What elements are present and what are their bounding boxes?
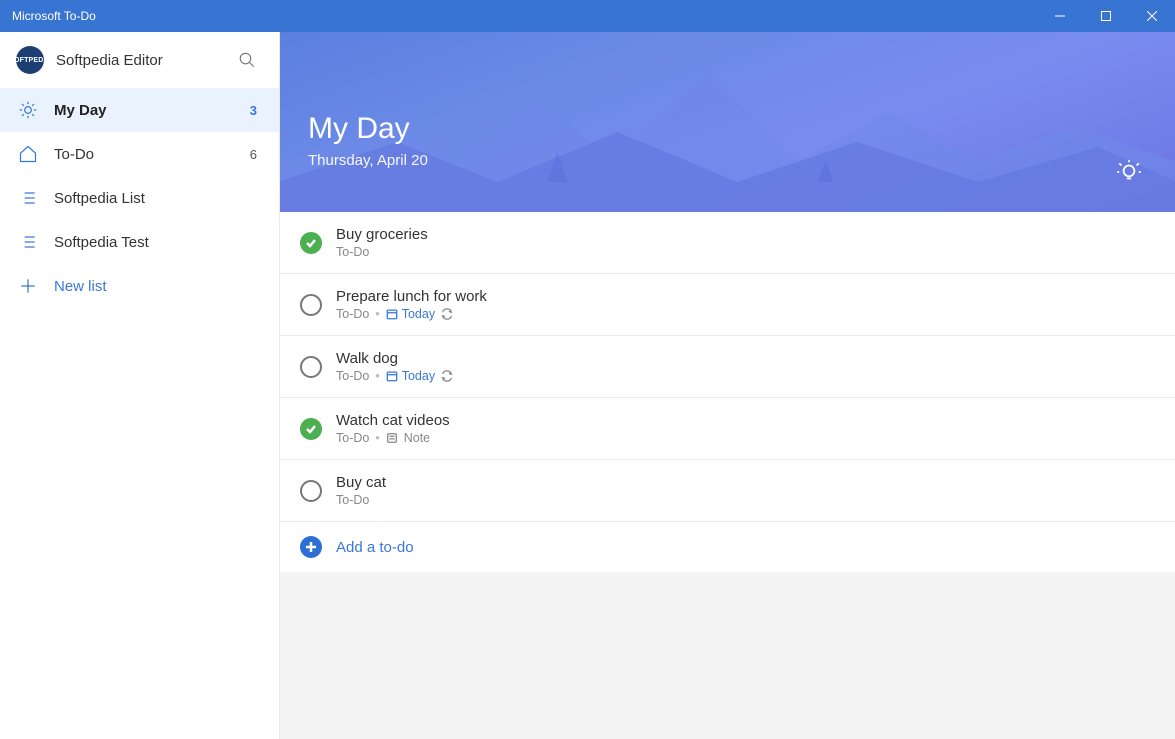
avatar: SOFTPEDIA <box>16 46 44 74</box>
home-icon <box>18 144 38 164</box>
calendar-icon <box>386 370 398 382</box>
page-subtitle: Thursday, April 20 <box>308 152 1111 169</box>
title-bar: Microsoft To-Do <box>0 0 1175 32</box>
task-meta: To-Do• Note <box>336 431 450 445</box>
sidebar-item-softpedia-test[interactable]: Softpedia Test <box>0 220 279 264</box>
task-row[interactable]: Buy groceries To-Do <box>280 212 1175 274</box>
add-todo-button[interactable]: Add a to-do <box>280 522 1175 572</box>
window-controls <box>1037 0 1175 32</box>
page-title: My Day <box>308 112 1111 146</box>
task-meta: To-Do• Today <box>336 369 453 383</box>
maximize-button[interactable] <box>1083 0 1129 32</box>
sidebar-item-label: My Day <box>54 102 234 119</box>
suggestions-button[interactable] <box>1111 154 1147 190</box>
due-label: Today <box>402 369 435 383</box>
task-checkbox[interactable] <box>300 232 322 254</box>
search-button[interactable] <box>231 44 263 76</box>
search-icon <box>238 51 256 69</box>
app-window: Microsoft To-Do SOFTPEDIA Softpedia Edit… <box>0 0 1175 739</box>
plus-icon <box>18 276 38 296</box>
sidebar-item-count: 3 <box>250 103 257 118</box>
profile-name: Softpedia Editor <box>56 52 219 69</box>
nav-list: My Day 3 To-Do 6 Softpedia List Softpedi… <box>0 88 279 308</box>
check-icon <box>305 423 317 435</box>
task-row[interactable]: Prepare lunch for work To-Do• Today <box>280 274 1175 336</box>
note-label: Note <box>404 431 430 445</box>
sidebar-item-todo[interactable]: To-Do 6 <box>0 132 279 176</box>
new-list-button[interactable]: New list <box>0 264 279 308</box>
main-panel: My Day Thursday, April 20 Buy groceries … <box>280 32 1175 739</box>
profile-row[interactable]: SOFTPEDIA Softpedia Editor <box>0 32 279 88</box>
sidebar-item-label: Softpedia Test <box>54 234 241 251</box>
task-checkbox[interactable] <box>300 418 322 440</box>
close-button[interactable] <box>1129 0 1175 32</box>
task-title: Walk dog <box>336 350 453 367</box>
task-meta: To-Do <box>336 245 428 259</box>
task-title: Watch cat videos <box>336 412 450 429</box>
plus-circle-icon <box>300 536 322 558</box>
task-meta: To-Do <box>336 493 386 507</box>
sidebar: SOFTPEDIA Softpedia Editor My Day 3 To-D… <box>0 32 280 739</box>
task-list: Buy groceries To-Do Prepare lunch for wo… <box>280 212 1175 572</box>
task-title: Buy groceries <box>336 226 428 243</box>
list-icon <box>18 188 38 208</box>
sidebar-item-softpedia-list[interactable]: Softpedia List <box>0 176 279 220</box>
add-todo-label: Add a to-do <box>336 539 414 556</box>
task-checkbox[interactable] <box>300 294 322 316</box>
repeat-icon <box>441 308 453 320</box>
new-list-label: New list <box>54 278 261 295</box>
list-icon <box>18 232 38 252</box>
task-checkbox[interactable] <box>300 356 322 378</box>
note-icon <box>386 432 398 444</box>
check-icon <box>305 237 317 249</box>
task-row[interactable]: Buy cat To-Do <box>280 460 1175 522</box>
hero-header: My Day Thursday, April 20 <box>280 32 1175 212</box>
due-label: Today <box>402 307 435 321</box>
task-title: Buy cat <box>336 474 386 491</box>
sidebar-item-my-day[interactable]: My Day 3 <box>0 88 279 132</box>
window-title: Microsoft To-Do <box>12 9 1037 23</box>
sidebar-item-label: Softpedia List <box>54 190 241 207</box>
task-row[interactable]: Watch cat videos To-Do• Note <box>280 398 1175 460</box>
sidebar-item-count: 6 <box>250 147 257 162</box>
repeat-icon <box>441 370 453 382</box>
calendar-icon <box>386 308 398 320</box>
minimize-button[interactable] <box>1037 0 1083 32</box>
sun-icon <box>18 100 38 120</box>
task-checkbox[interactable] <box>300 480 322 502</box>
lightbulb-icon <box>1116 159 1142 185</box>
task-title: Prepare lunch for work <box>336 288 487 305</box>
sidebar-item-label: To-Do <box>54 146 234 163</box>
task-meta: To-Do• Today <box>336 307 487 321</box>
task-row[interactable]: Walk dog To-Do• Today <box>280 336 1175 398</box>
empty-area <box>280 572 1175 739</box>
